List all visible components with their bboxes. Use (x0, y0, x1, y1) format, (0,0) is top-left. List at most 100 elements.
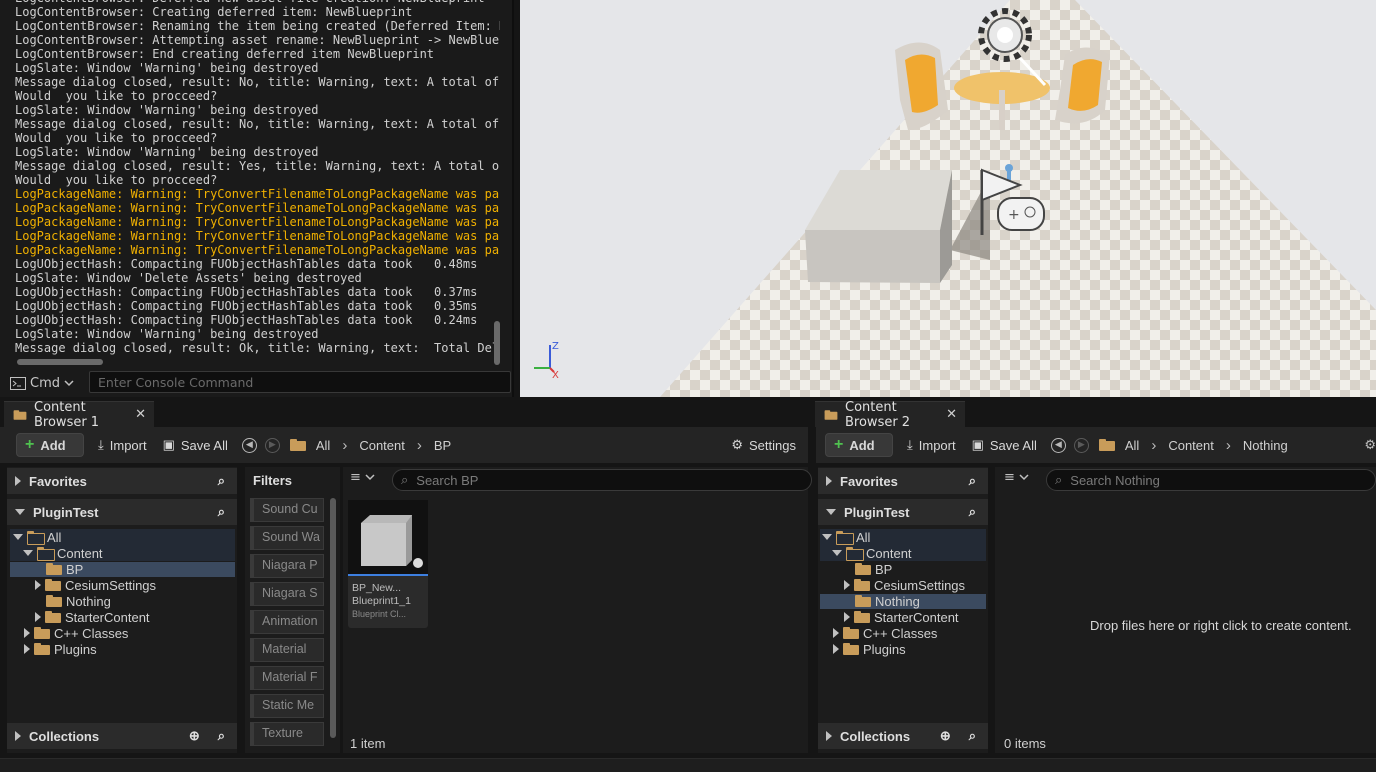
chevron-right-icon[interactable]: › (1226, 437, 1231, 454)
favorites-header[interactable]: Favorites ⌕ (818, 468, 988, 494)
tree-item-startercontent[interactable]: StarterContent (844, 609, 959, 625)
asset-label: BP_New... Blueprint1_1 Blueprint Cl... (352, 582, 411, 621)
close-icon[interactable]: ✕ (135, 407, 146, 422)
filter-material-function[interactable]: Material F (250, 666, 324, 690)
tree-item-content[interactable]: Content (23, 545, 103, 561)
search-icon[interactable]: ⌕ (218, 728, 225, 744)
tree-item-cpp-classes[interactable]: C++ Classes (24, 625, 128, 641)
back-icon[interactable]: ◀ (241, 437, 257, 453)
filter-dropdown[interactable]: ≡ (1004, 470, 1029, 485)
filter-texture[interactable]: Texture (250, 722, 324, 746)
breadcrumb-content[interactable]: Content (1168, 438, 1214, 453)
level-viewport[interactable]: + Z X (520, 0, 1376, 397)
add-collection-icon[interactable]: ⊕ (940, 728, 951, 744)
gear-icon[interactable]: ⚙ (1364, 438, 1376, 453)
tree-label: Content (57, 545, 103, 561)
import-button[interactable]: ⤓ Import (90, 433, 155, 457)
log-line: LogContentBrowser: Renaming the item bei… (15, 19, 500, 33)
add-collection-icon[interactable]: ⊕ (189, 728, 200, 744)
tree-item-plugins[interactable]: Plugins (833, 641, 906, 657)
tab-content-browser-2[interactable]: Content Browser 2 ✕ (815, 400, 965, 430)
log-line: LogPackageName: Warning: TryConvertFilen… (15, 201, 500, 215)
cb2-asset-view[interactable] (995, 467, 1376, 753)
filter-icon: ≡ (350, 470, 361, 485)
tree-item-cesiumsettings[interactable]: CesiumSettings (844, 577, 965, 593)
add-button[interactable]: + Add (16, 433, 84, 457)
log-line: Would you like to procceed? (15, 89, 218, 103)
tree-item-nothing[interactable]: Nothing (855, 593, 920, 609)
asset-tile[interactable]: BP_New... Blueprint1_1 Blueprint Cl... (348, 500, 428, 628)
chevron-right-icon[interactable]: › (417, 437, 422, 454)
chevron-right-icon[interactable]: › (342, 437, 347, 454)
tree-item-plugins[interactable]: Plugins (24, 641, 97, 657)
breadcrumb-nothing[interactable]: Nothing (1243, 438, 1288, 453)
forward-icon[interactable]: ▶ (264, 437, 280, 453)
import-button[interactable]: ⤓ Import (899, 433, 964, 457)
search-icon[interactable]: ⌕ (969, 473, 976, 489)
tree-item-cpp-classes[interactable]: C++ Classes (833, 625, 937, 641)
collections-label: Collections (840, 728, 911, 744)
breadcrumb: All › Content › BP (316, 437, 451, 454)
output-log-panel: LogContentBrowser: Deferred new asset fi… (0, 0, 514, 397)
filter-animation[interactable]: Animation (250, 610, 324, 634)
tree-label: CesiumSettings (65, 577, 157, 593)
tree-item-nothing[interactable]: Nothing (46, 593, 111, 609)
filters-scrollbar[interactable] (330, 498, 336, 738)
filter-niagara-particle[interactable]: Niagara P (250, 554, 324, 578)
tree-label: BP (66, 561, 84, 577)
folder-icon (854, 611, 870, 623)
tree-item-bp[interactable]: BP (855, 561, 892, 577)
tree-item-all[interactable]: All (13, 529, 61, 545)
tree-item-bp[interactable]: BP (46, 561, 83, 577)
filter-niagara-system[interactable]: Niagara S (250, 582, 324, 606)
collections-header[interactable]: Collections ⊕ ⌕ (818, 723, 988, 749)
breadcrumb-bp[interactable]: BP (434, 438, 451, 453)
cmd-dropdown[interactable]: Cmd (10, 373, 82, 393)
filter-sound-cue[interactable]: Sound Cu (250, 498, 324, 522)
close-icon[interactable]: ✕ (946, 407, 957, 422)
save-all-button[interactable]: ▣ Save All (155, 433, 236, 457)
favorites-header[interactable]: Favorites ⌕ (7, 468, 237, 494)
chevron-right-icon[interactable]: › (1151, 437, 1156, 454)
settings-button[interactable]: ⚙ Settings (723, 433, 804, 457)
save-all-button[interactable]: ▣ Save All (964, 433, 1045, 457)
tab-content-browser-1[interactable]: Content Browser 1 ✕ (4, 400, 154, 430)
breadcrumb-all[interactable]: All (316, 438, 330, 453)
add-button[interactable]: + Add (825, 433, 893, 457)
search-input[interactable]: ⌕ Search Nothing (1046, 469, 1376, 491)
back-icon[interactable]: ◀ (1050, 437, 1066, 453)
collections-header[interactable]: Collections ⊕ ⌕ (7, 723, 237, 749)
expand-icon (24, 628, 30, 638)
tree-item-startercontent[interactable]: StarterContent (35, 609, 150, 625)
console-command-input[interactable]: Enter Console Command (89, 371, 511, 393)
filter-material[interactable]: Material (250, 638, 324, 662)
search-icon[interactable]: ⌕ (218, 504, 225, 520)
filter-sound-wave[interactable]: Sound Wa (250, 526, 324, 550)
search-icon[interactable]: ⌕ (218, 473, 225, 489)
breadcrumb-content[interactable]: Content (359, 438, 405, 453)
expand-icon (24, 644, 30, 654)
svg-text:+: + (1008, 207, 1020, 223)
plugintest-header[interactable]: PluginTest ⌕ (818, 499, 988, 525)
cb1-toolbar: + Add ⤓ Import ▣ Save All ◀ ▶ All › Content ›… (0, 427, 808, 463)
breadcrumb-all[interactable]: All (1125, 438, 1139, 453)
log-line: LogUObjectHash: Compacting FUObjectHashT… (15, 313, 478, 327)
favorites-label: Favorites (840, 473, 898, 489)
search-icon[interactable]: ⌕ (969, 504, 976, 520)
filter-static-mesh[interactable]: Static Me (250, 694, 324, 718)
search-input[interactable]: ⌕ Search BP (392, 469, 812, 491)
log-vertical-scrollbar[interactable] (494, 321, 500, 365)
log-line: LogSlate: Window 'Delete Assets' being d… (15, 271, 362, 285)
tree-label: Content (866, 545, 912, 561)
tree-item-content[interactable]: Content (832, 545, 912, 561)
tree-label: StarterContent (874, 609, 959, 625)
log-horizontal-scrollbar[interactable] (17, 359, 103, 365)
tree-item-cesiumsettings[interactable]: CesiumSettings (35, 577, 156, 593)
filter-dropdown[interactable]: ≡ (350, 470, 375, 485)
search-icon[interactable]: ⌕ (969, 728, 976, 744)
folder-open-icon (836, 531, 854, 545)
tree-item-all[interactable]: All (822, 529, 870, 545)
plugintest-header[interactable]: PluginTest ⌕ (7, 499, 237, 525)
forward-icon[interactable]: ▶ (1073, 437, 1089, 453)
log-text-area[interactable]: LogContentBrowser: Deferred new asset fi… (0, 0, 500, 361)
